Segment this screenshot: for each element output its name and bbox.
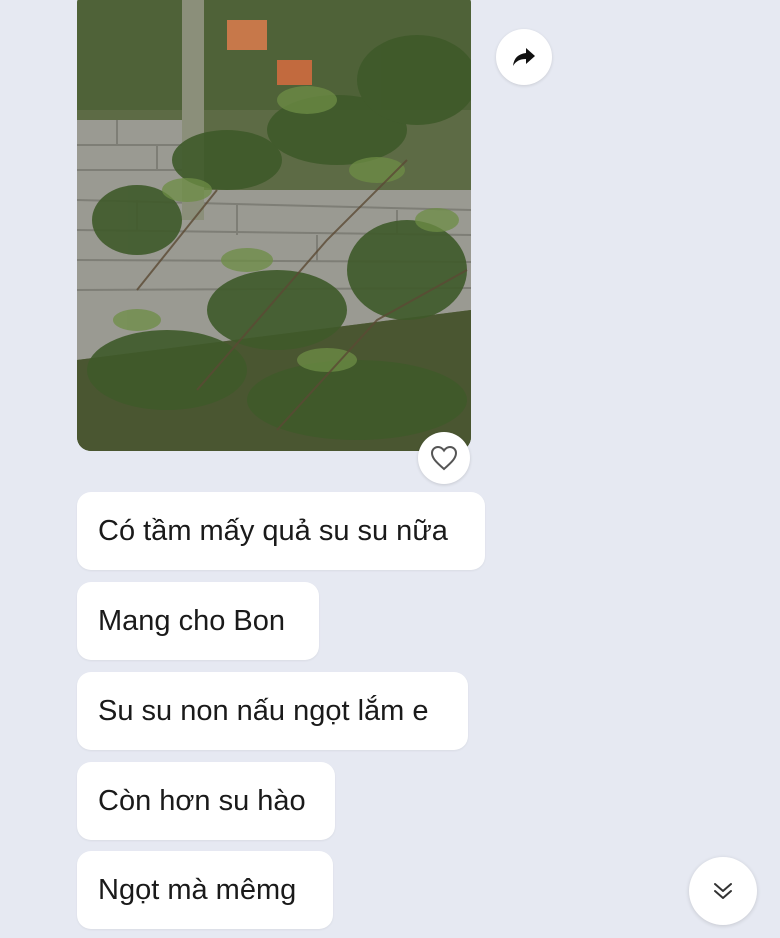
- scroll-to-bottom-button[interactable]: [689, 857, 757, 925]
- message-bubble[interactable]: Mang cho Bon: [77, 582, 319, 660]
- message-text: Mang cho Bon: [98, 604, 286, 637]
- message-text: Su su non nấu ngọt lắm e: [98, 694, 429, 727]
- message-bubble[interactable]: Còn hơn su hào: [77, 762, 335, 840]
- photo-message[interactable]: [77, 0, 471, 451]
- message-text: Ngọt mà mêmg: [98, 873, 297, 906]
- garden-photo-image: [77, 0, 471, 451]
- react-heart-button[interactable]: [418, 432, 470, 484]
- message-text: Còn hơn su hào: [98, 784, 306, 817]
- double-chevron-down-icon: [714, 883, 732, 899]
- message-text: Có tầm mấy quả su su nữa: [98, 514, 448, 547]
- heart-icon: [430, 445, 458, 471]
- message-bubble[interactable]: Có tầm mấy quả su su nữa: [77, 492, 485, 570]
- message-bubble[interactable]: Ngọt mà mêmg: [77, 851, 333, 929]
- message-bubble[interactable]: Su su non nấu ngọt lắm e: [77, 672, 468, 750]
- forward-button[interactable]: [496, 29, 552, 85]
- forward-arrow-icon: [513, 48, 535, 66]
